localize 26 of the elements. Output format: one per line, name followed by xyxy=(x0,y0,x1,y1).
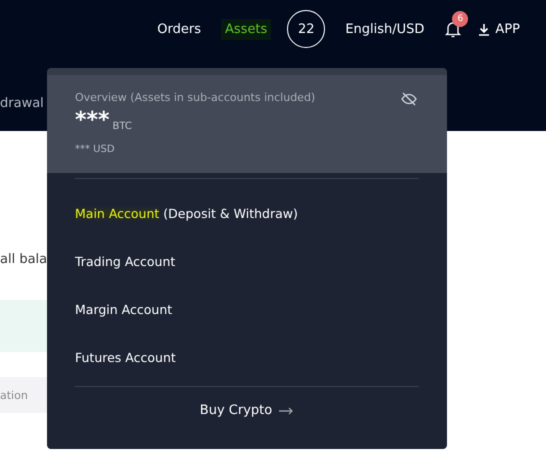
app-download-link[interactable]: APP xyxy=(478,22,520,36)
user-avatar[interactable]: 22 xyxy=(287,10,326,48)
account-name: Futures Account xyxy=(75,350,176,364)
hide-eye-icon[interactable] xyxy=(401,92,417,106)
account-menu-item[interactable]: Trading Account xyxy=(75,237,419,285)
subnav-link[interactable]: drawal xyxy=(0,96,44,111)
account-name: Main Account xyxy=(75,206,160,220)
btc-amount: *** xyxy=(75,110,110,132)
account-name: Trading Account xyxy=(75,254,176,268)
notification-badge: 6 xyxy=(452,11,468,27)
account-name: Margin Account xyxy=(75,302,172,316)
overview-title: Overview (Assets in sub-accounts included) xyxy=(75,91,316,104)
btc-unit: BTC xyxy=(112,121,132,132)
balance-text: all bala xyxy=(0,252,48,267)
nav-link[interactable]: Assets xyxy=(221,18,272,40)
nav-link[interactable]: Orders xyxy=(153,18,205,40)
usd-amount: *** USD xyxy=(75,144,116,155)
account-menu-item[interactable]: Futures Account xyxy=(75,333,419,381)
arrow-icon xyxy=(278,406,294,414)
account-menu-item[interactable]: Margin Account xyxy=(75,285,419,333)
account-note: (Deposit & Withdraw) xyxy=(163,206,298,220)
buy-crypto-link[interactable]: Buy Crypto xyxy=(200,403,294,418)
account-menu-item[interactable]: Main Account (Deposit & Withdraw) xyxy=(75,189,419,237)
bell-icon[interactable] xyxy=(444,20,462,38)
language-selector[interactable]: English/USD xyxy=(341,18,428,40)
download-icon xyxy=(478,22,490,36)
